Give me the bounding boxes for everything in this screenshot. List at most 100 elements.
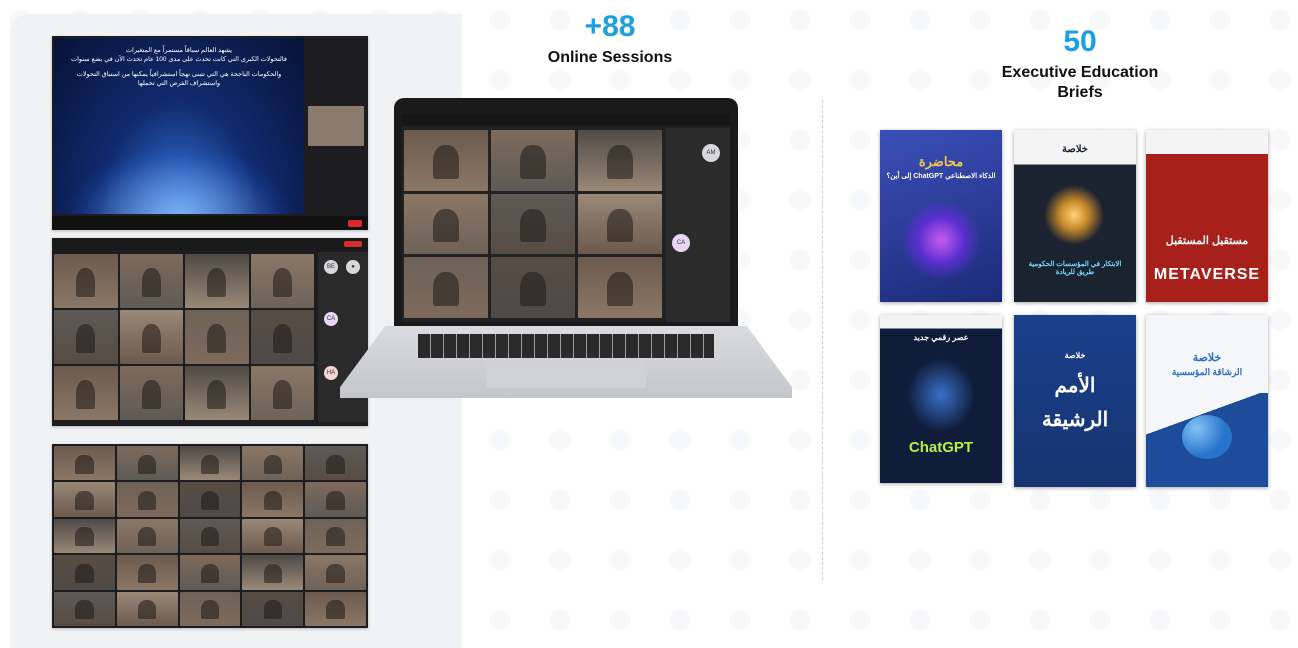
video-tile — [578, 193, 662, 255]
person-silhouette — [433, 208, 459, 243]
person-silhouette — [607, 208, 633, 243]
video-tile — [250, 254, 314, 308]
book-2-subtitle: الابتكار في المؤسسات الحكومية طريق للريا… — [1028, 261, 1122, 276]
person-silhouette — [433, 145, 459, 179]
video-tile — [119, 310, 183, 364]
person-silhouette — [76, 323, 96, 354]
globe-lights — [64, 144, 294, 214]
person-silhouette — [141, 267, 161, 298]
person-silhouette — [76, 267, 96, 298]
book-1-subtitle: الذكاء الاصطناعي ChatGPT إلى أين؟ — [886, 173, 996, 180]
slide-line-2: فالتحولات الكبرى التي كانت تحدث على مدى … — [71, 56, 287, 63]
person-silhouette — [75, 490, 94, 510]
slide-line-4: واستشراف الفرص التي تحملها — [137, 80, 221, 87]
person-silhouette — [200, 600, 220, 620]
person-silhouette — [138, 454, 157, 474]
person-silhouette — [263, 454, 282, 474]
video-tile — [491, 257, 575, 318]
person-silhouette — [75, 454, 94, 474]
section-divider — [822, 100, 823, 580]
video-tile — [119, 366, 183, 420]
person-silhouette — [520, 145, 546, 179]
slide-area: يشهد العالم سباقاً مستمراً مع المتغيرات … — [54, 38, 304, 214]
trackpad — [486, 362, 646, 388]
video-tile — [54, 591, 115, 626]
video-tile — [179, 482, 241, 517]
video-tile — [305, 482, 366, 517]
book-3-title: مستقبل المستقبل — [1165, 235, 1249, 247]
screen-topbar — [402, 114, 730, 126]
laptop-avatar-ca: CA — [672, 234, 690, 252]
book-5-title: الأمم الرشيقة — [1041, 375, 1109, 431]
video-tile — [242, 555, 304, 590]
meeting-screenshot-slide: يشهد العالم سباقاً مستمراً مع المتغيرات … — [52, 36, 368, 230]
slide-text: يشهد العالم سباقاً مستمراً مع المتغيرات … — [60, 46, 298, 88]
video-tile — [185, 254, 249, 308]
video-tile — [404, 257, 488, 318]
laptop-avatar-am: AM — [702, 144, 720, 162]
person-silhouette — [207, 267, 227, 298]
book-6-title: خلاصة — [1192, 352, 1222, 364]
gallery-topbar — [52, 238, 368, 250]
person-silhouette — [76, 379, 96, 410]
video-tile — [54, 366, 118, 420]
book-org-agility: خلاصة الرشاقة المؤسسية — [1146, 315, 1268, 487]
book-4-art — [904, 355, 978, 435]
person-silhouette — [207, 379, 227, 410]
video-tile — [305, 446, 366, 481]
person-silhouette — [607, 272, 633, 306]
briefs-count: 50 — [1063, 25, 1097, 58]
person-silhouette — [263, 563, 282, 583]
video-tile — [54, 254, 118, 308]
book-6-spheres — [1182, 415, 1232, 459]
video-tile — [185, 310, 249, 364]
person-silhouette — [138, 527, 157, 547]
person-silhouette — [138, 600, 157, 620]
book-1-art — [900, 200, 982, 280]
person-silhouette — [326, 527, 345, 547]
book-agile-nations: خلاصة الأمم الرشيقة — [1014, 315, 1136, 487]
book-3-subtitle: METAVERSE — [1153, 266, 1261, 283]
video-tile — [54, 310, 118, 364]
person-silhouette — [200, 454, 220, 474]
sessions-label: Online Sessions — [547, 49, 673, 66]
sessions-count: +88 — [584, 10, 636, 43]
book-4-subtitle: ChatGPT — [908, 439, 974, 456]
video-tile — [116, 555, 178, 590]
person-silhouette — [263, 490, 282, 510]
video-tile — [179, 591, 241, 626]
briefs-stat: 50 Executive Education Briefs — [985, 25, 1175, 103]
sessions-stat: +88 Online Sessions — [530, 10, 690, 68]
video-tile — [116, 482, 178, 517]
person-silhouette — [138, 490, 157, 510]
avatar-ca: CA — [324, 312, 338, 326]
laptop: AM CA — [340, 98, 792, 408]
video-tile — [242, 482, 304, 517]
person-silhouette — [207, 323, 227, 354]
keyboard — [418, 334, 714, 358]
video-tile — [404, 130, 488, 191]
video-tile — [404, 193, 488, 255]
meeting-screenshot-gallery: BE ● CA HA — [52, 238, 368, 426]
person-silhouette — [272, 267, 292, 298]
video-tile — [305, 591, 366, 626]
laptop-screen: AM CA — [402, 114, 730, 322]
person-silhouette — [138, 563, 157, 583]
video-tile — [305, 518, 366, 554]
book-innovation: خلاصة الابتكار في المؤسسات الحكومية طريق… — [1014, 130, 1136, 302]
person-silhouette — [141, 323, 161, 354]
video-tile — [54, 482, 115, 517]
person-silhouette — [200, 490, 220, 510]
book-2-art — [1044, 180, 1104, 250]
person-silhouette — [263, 600, 282, 620]
avatar-be: BE — [324, 260, 338, 274]
book-4-title: عصر رقمي جديد — [913, 333, 969, 342]
video-tile — [578, 257, 662, 318]
person-silhouette — [75, 600, 94, 620]
person-silhouette — [433, 272, 459, 306]
person-silhouette — [200, 527, 220, 547]
video-tile — [179, 446, 241, 481]
person-silhouette — [607, 145, 633, 179]
video-tile — [250, 310, 314, 364]
book-2-title: خلاصة — [1061, 144, 1088, 155]
